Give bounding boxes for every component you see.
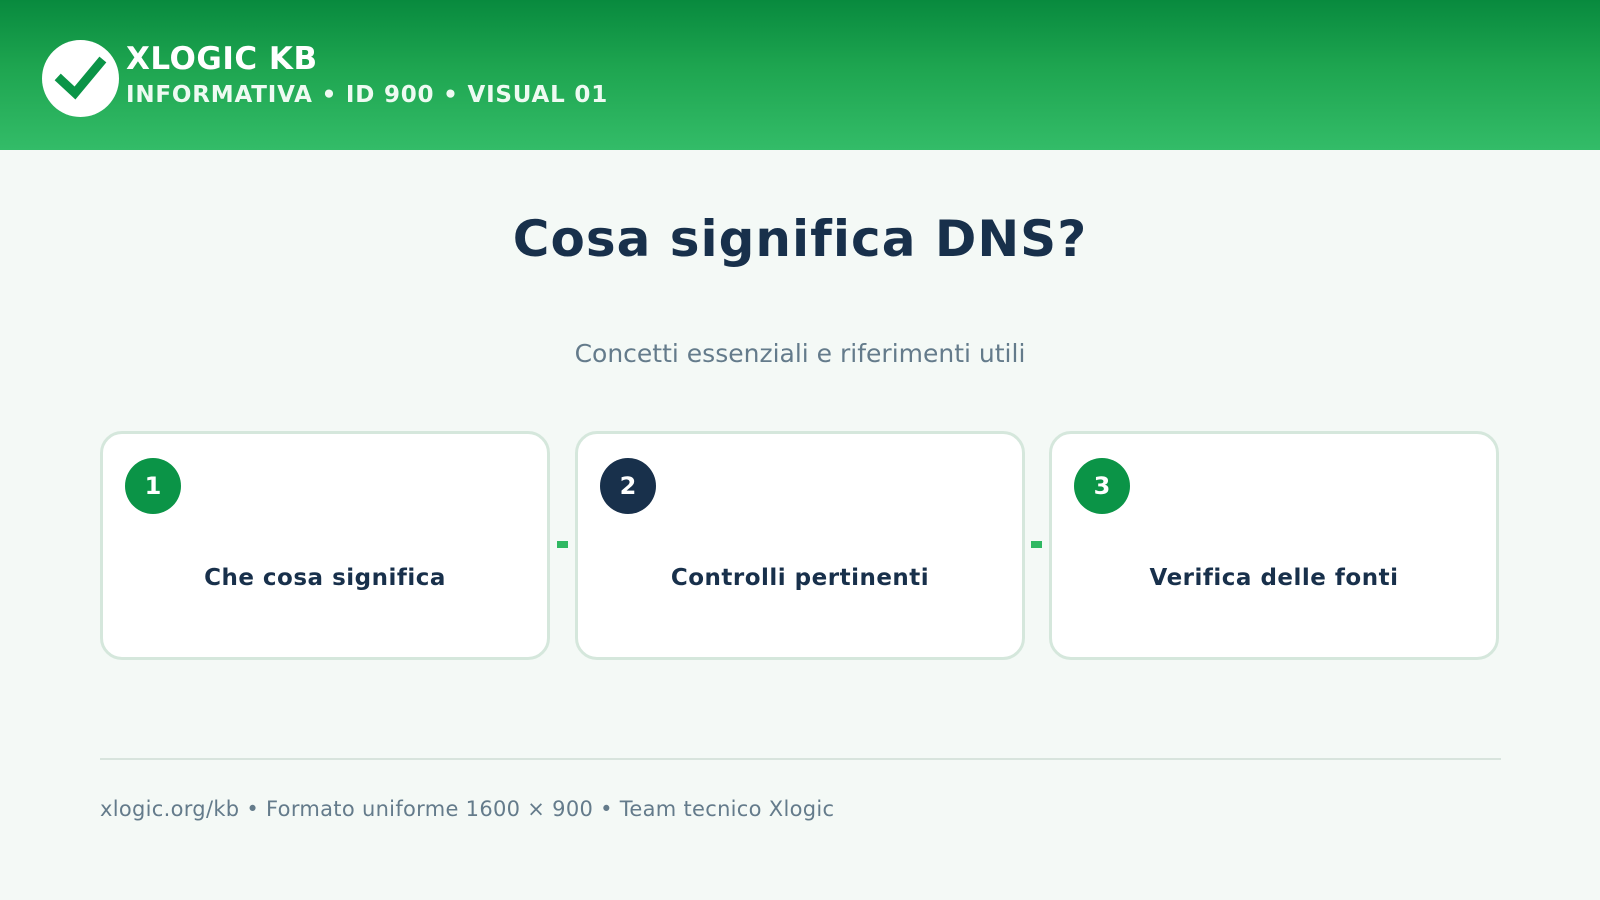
step-card-1: 1 Che cosa significa [100, 431, 550, 660]
step-card-2: 2 Controlli pertinenti [575, 431, 1025, 660]
step-connector [557, 541, 568, 548]
brand-subtitle: INFORMATIVA • ID 900 • VISUAL 01 [126, 82, 609, 108]
check-icon [54, 56, 107, 100]
step-label: Verifica delle fonti [1149, 565, 1399, 591]
logo [42, 40, 119, 117]
step-connector [1031, 541, 1042, 548]
page-subtitle: Concetti essenziali e riferimenti utili [574, 339, 1026, 368]
brand-name: XLOGIC KB [126, 41, 318, 77]
step-number-badge: 3 [1074, 458, 1130, 514]
step-label: Che cosa significa [204, 565, 446, 591]
page-title: Cosa significa DNS? [512, 210, 1088, 268]
footer-divider [100, 758, 1501, 760]
step-number-badge: 2 [600, 458, 656, 514]
step-label: Controlli pertinenti [670, 565, 930, 591]
header-banner: XLOGIC KB INFORMATIVA • ID 900 • VISUAL … [0, 0, 1600, 150]
step-card-3: 3 Verifica delle fonti [1049, 431, 1499, 660]
step-number-badge: 1 [125, 458, 181, 514]
footer-text: xlogic.org/kb • Formato uniforme 1600 × … [100, 797, 835, 821]
